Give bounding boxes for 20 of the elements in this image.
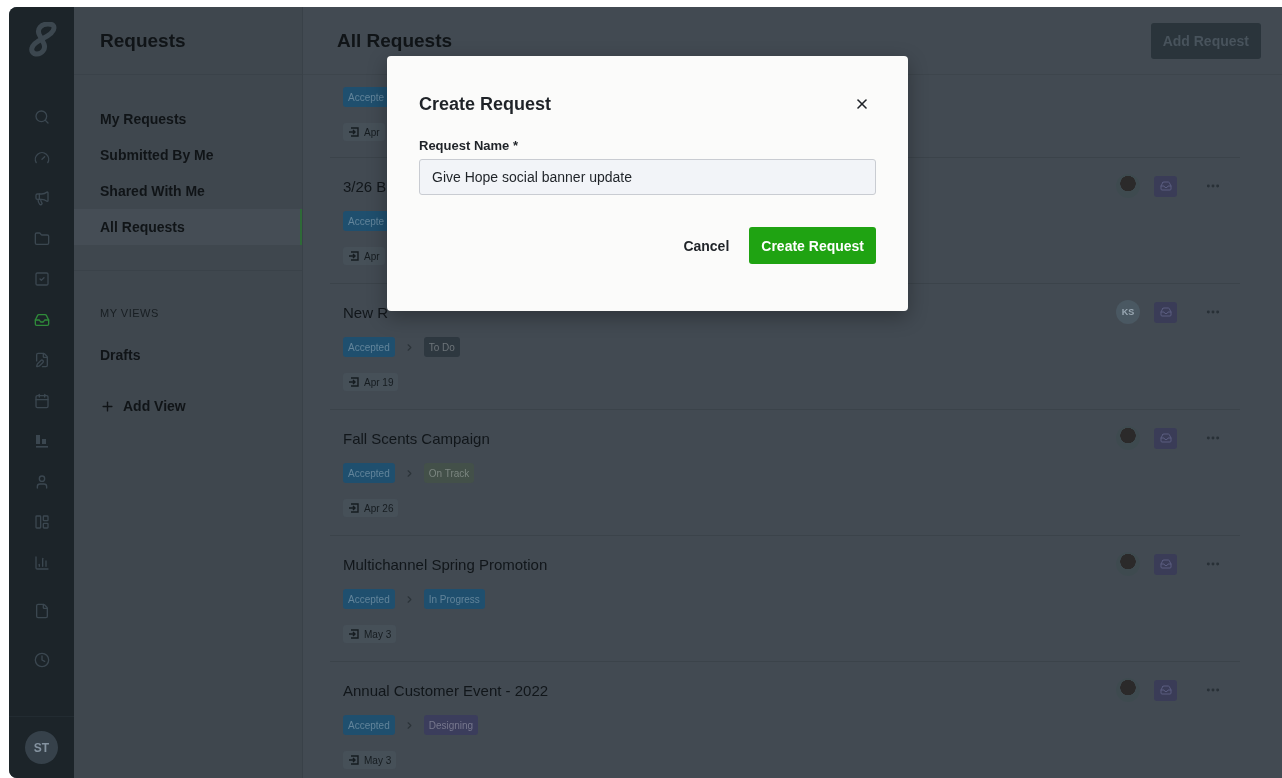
status-tag: Designing (423, 715, 479, 735)
dialog-title: Create Request (419, 93, 552, 115)
due-date: Apr (343, 247, 385, 265)
due-date: Apr (343, 123, 385, 141)
request-title: Fall Scents Campaign (343, 429, 490, 447)
status-tag: Accepted (343, 337, 395, 357)
status-tag: Accepted (343, 589, 395, 609)
request-title: Multichannel Spring Promotion (343, 555, 548, 573)
page-title: All Requests (337, 29, 453, 52)
request-title: Annual Customer Event - 2022 (343, 681, 549, 699)
status-tag: Accepted (343, 463, 395, 483)
status-tag: In Progress (423, 589, 485, 609)
due-date: May 3 (343, 625, 397, 643)
due-date: May 3 (343, 751, 397, 769)
status-tag: Accepted (343, 715, 395, 735)
avatar: KS (1116, 300, 1140, 324)
status-tag: To Do (423, 337, 460, 357)
status-tag: Accepte (343, 87, 390, 107)
status-tag: Accepte (343, 211, 390, 231)
field-label: Request Name * (419, 138, 519, 153)
